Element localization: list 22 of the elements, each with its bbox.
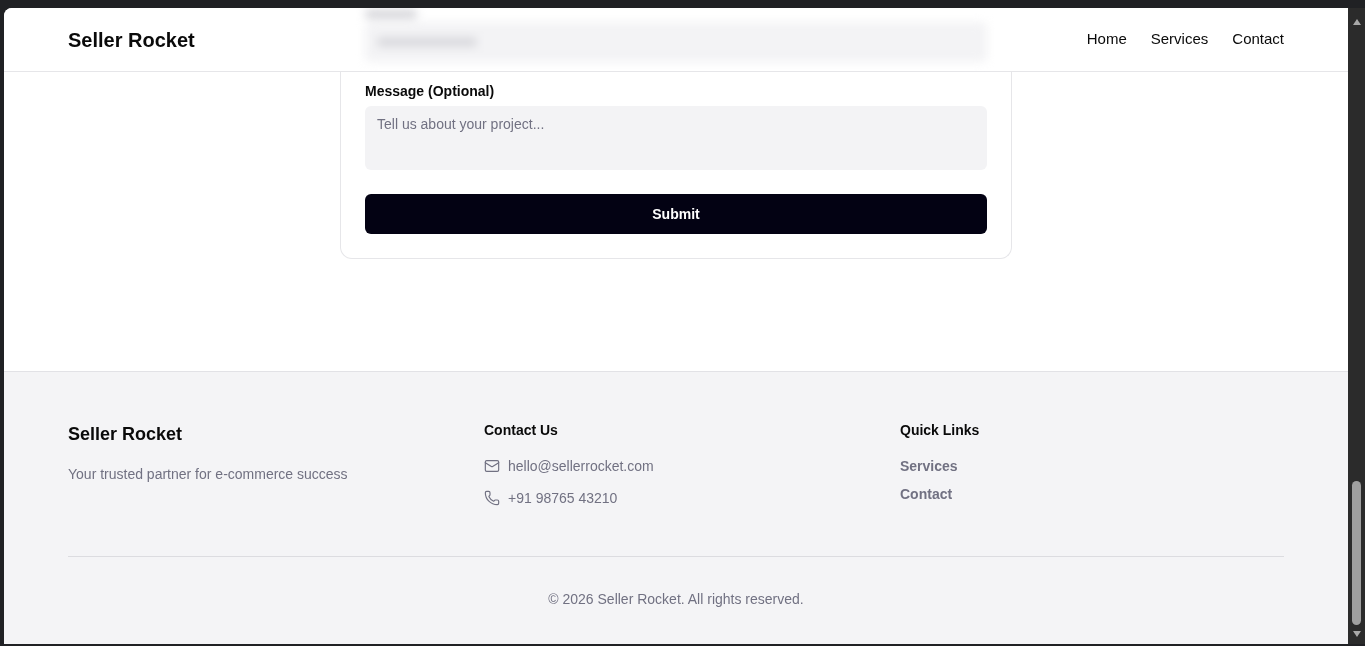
contact-text: hello@sellerrocket.com — [508, 457, 654, 476]
footer-link[interactable]: Contact — [900, 484, 953, 504]
footer-brand: Seller Rocket — [68, 423, 183, 446]
footer-heading: Quick Links — [900, 421, 980, 440]
footer-link[interactable]: Services — [900, 456, 958, 476]
footer-heading: Contact Us — [484, 421, 558, 440]
scrollbar[interactable] — [1348, 8, 1365, 644]
scrollbar-thumb[interactable] — [1352, 481, 1361, 625]
copyright-text: © 2026 Seller Rocket. All rights reserved. — [548, 590, 804, 609]
scroll-up-arrow-icon[interactable] — [1352, 19, 1361, 25]
nav-link[interactable]: Home — [1086, 28, 1127, 51]
field-label: Message (Optional) — [365, 82, 496, 101]
nav-link[interactable]: Contact — [1232, 28, 1284, 51]
brand-logo[interactable]: Seller Rocket — [68, 25, 195, 54]
nav-link[interactable]: Services — [1150, 28, 1209, 51]
contact-text: +91 98765 43210 — [508, 489, 618, 508]
submit-button[interactable]: Submit — [365, 194, 987, 234]
scroll-down-arrow-icon[interactable] — [1352, 631, 1361, 637]
footer-tagline: Your trusted partner for e-commerce success — [68, 465, 348, 484]
phone-icon — [484, 490, 500, 506]
mail-icon — [484, 458, 500, 474]
message-field[interactable]: Tell us about your project... — [365, 106, 987, 170]
